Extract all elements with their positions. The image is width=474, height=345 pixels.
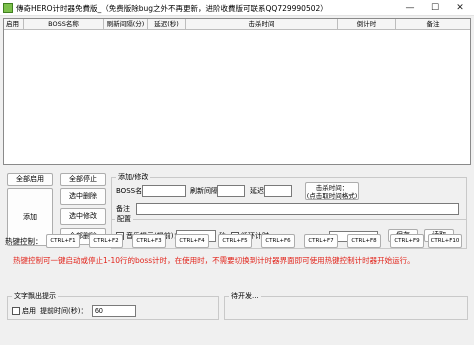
boss-list-grid[interactable]: 启用 BOSS名称 刷新间隔(分) 延迟(秒) 击杀时间 倒计时 备注	[3, 18, 471, 165]
column-header-delay[interactable]: 延迟(秒)	[148, 19, 186, 30]
title-bar: 傳奇HERO计时器免費版_（免费版除bug之外不再更新，进阶收費版可联系QQ72…	[0, 0, 474, 16]
hotkey-ctrl-f7-button[interactable]: CTRL+F7	[304, 234, 338, 248]
hit-time-format-label: 击杀时间： (点击取时间格式)	[306, 184, 358, 200]
hotkey-ctrl-f3-button[interactable]: CTRL+F3	[132, 234, 166, 248]
hotkey-ctrl-f5-button[interactable]: CTRL+F5	[218, 234, 252, 248]
delay-input[interactable]	[264, 185, 292, 197]
close-button[interactable]: ✕	[448, 1, 472, 15]
window-title: 傳奇HERO计时器免費版_（免费版除bug之外不再更新，进阶收費版可联系QQ72…	[16, 4, 328, 13]
enable-all-button[interactable]: 全部启用	[7, 173, 53, 186]
column-header-boss-name[interactable]: BOSS名称	[24, 19, 104, 30]
column-header-countdown[interactable]: 倒计时	[338, 19, 396, 30]
hotkey-warning-text: 热键控制可一键启动或停止1-10行的boss计时，在使用时，不需要切换到计时器界…	[13, 256, 415, 265]
refresh-interval-input[interactable]	[217, 185, 245, 197]
hotkey-ctrl-f4-button[interactable]: CTRL+F4	[175, 234, 209, 248]
hotkey-ctrl-f9-button[interactable]: CTRL+F9	[390, 234, 424, 248]
hit-time-format-button[interactable]: 击杀时间： (点击取时间格式)	[305, 182, 359, 200]
hotkey-ctrl-f8-button[interactable]: CTRL+F8	[347, 234, 381, 248]
text-message-group-title: 文字飘出提示	[12, 292, 58, 301]
remark-input[interactable]	[136, 203, 459, 215]
modify-selected-button[interactable]: 选中修改	[60, 208, 106, 225]
delete-selected-button[interactable]: 选中删除	[60, 188, 106, 205]
hotkey-ctrl-f2-button[interactable]: CTRL+F2	[89, 234, 123, 248]
column-header-enable[interactable]: 启用	[4, 19, 24, 30]
maximize-button[interactable]: ☐	[423, 1, 447, 15]
advance-time-input[interactable]	[92, 305, 136, 317]
minimize-button[interactable]: —	[398, 1, 422, 15]
developing-group: 待开发...	[224, 292, 468, 320]
hotkey-control-label: 热键控制：	[5, 237, 43, 246]
advance-time-label: 提前时间(秒)：	[40, 307, 88, 315]
remark-label: 备注	[116, 205, 130, 213]
stop-all-button[interactable]: 全部停止	[60, 173, 106, 186]
hotkey-ctrl-f1-button[interactable]: CTRL+F1	[46, 234, 80, 248]
column-header-hit-time[interactable]: 击杀时间	[186, 19, 338, 30]
refresh-interval-label: 刷新间隔	[190, 187, 218, 195]
developing-group-title: 待开发...	[229, 292, 261, 301]
delay-label: 延迟	[250, 187, 264, 195]
text-message-enable-label: 启用	[22, 307, 36, 315]
column-header-remark[interactable]: 备注	[396, 19, 470, 30]
boss-name-input[interactable]	[142, 185, 186, 197]
text-message-enable-checkbox[interactable]	[12, 307, 20, 315]
grid-header: 启用 BOSS名称 刷新间隔(分) 延迟(秒) 击杀时间 倒计时 备注	[4, 19, 470, 30]
config-group-title: 配置	[115, 215, 133, 224]
app-icon	[3, 3, 13, 13]
column-header-refresh-interval[interactable]: 刷新间隔(分)	[104, 19, 148, 30]
add-modify-group-title: 添加/修改	[116, 173, 151, 182]
hotkey-ctrl-f10-button[interactable]: CTRL+F10	[428, 234, 462, 248]
hotkey-ctrl-f6-button[interactable]: CTRL+F6	[261, 234, 295, 248]
